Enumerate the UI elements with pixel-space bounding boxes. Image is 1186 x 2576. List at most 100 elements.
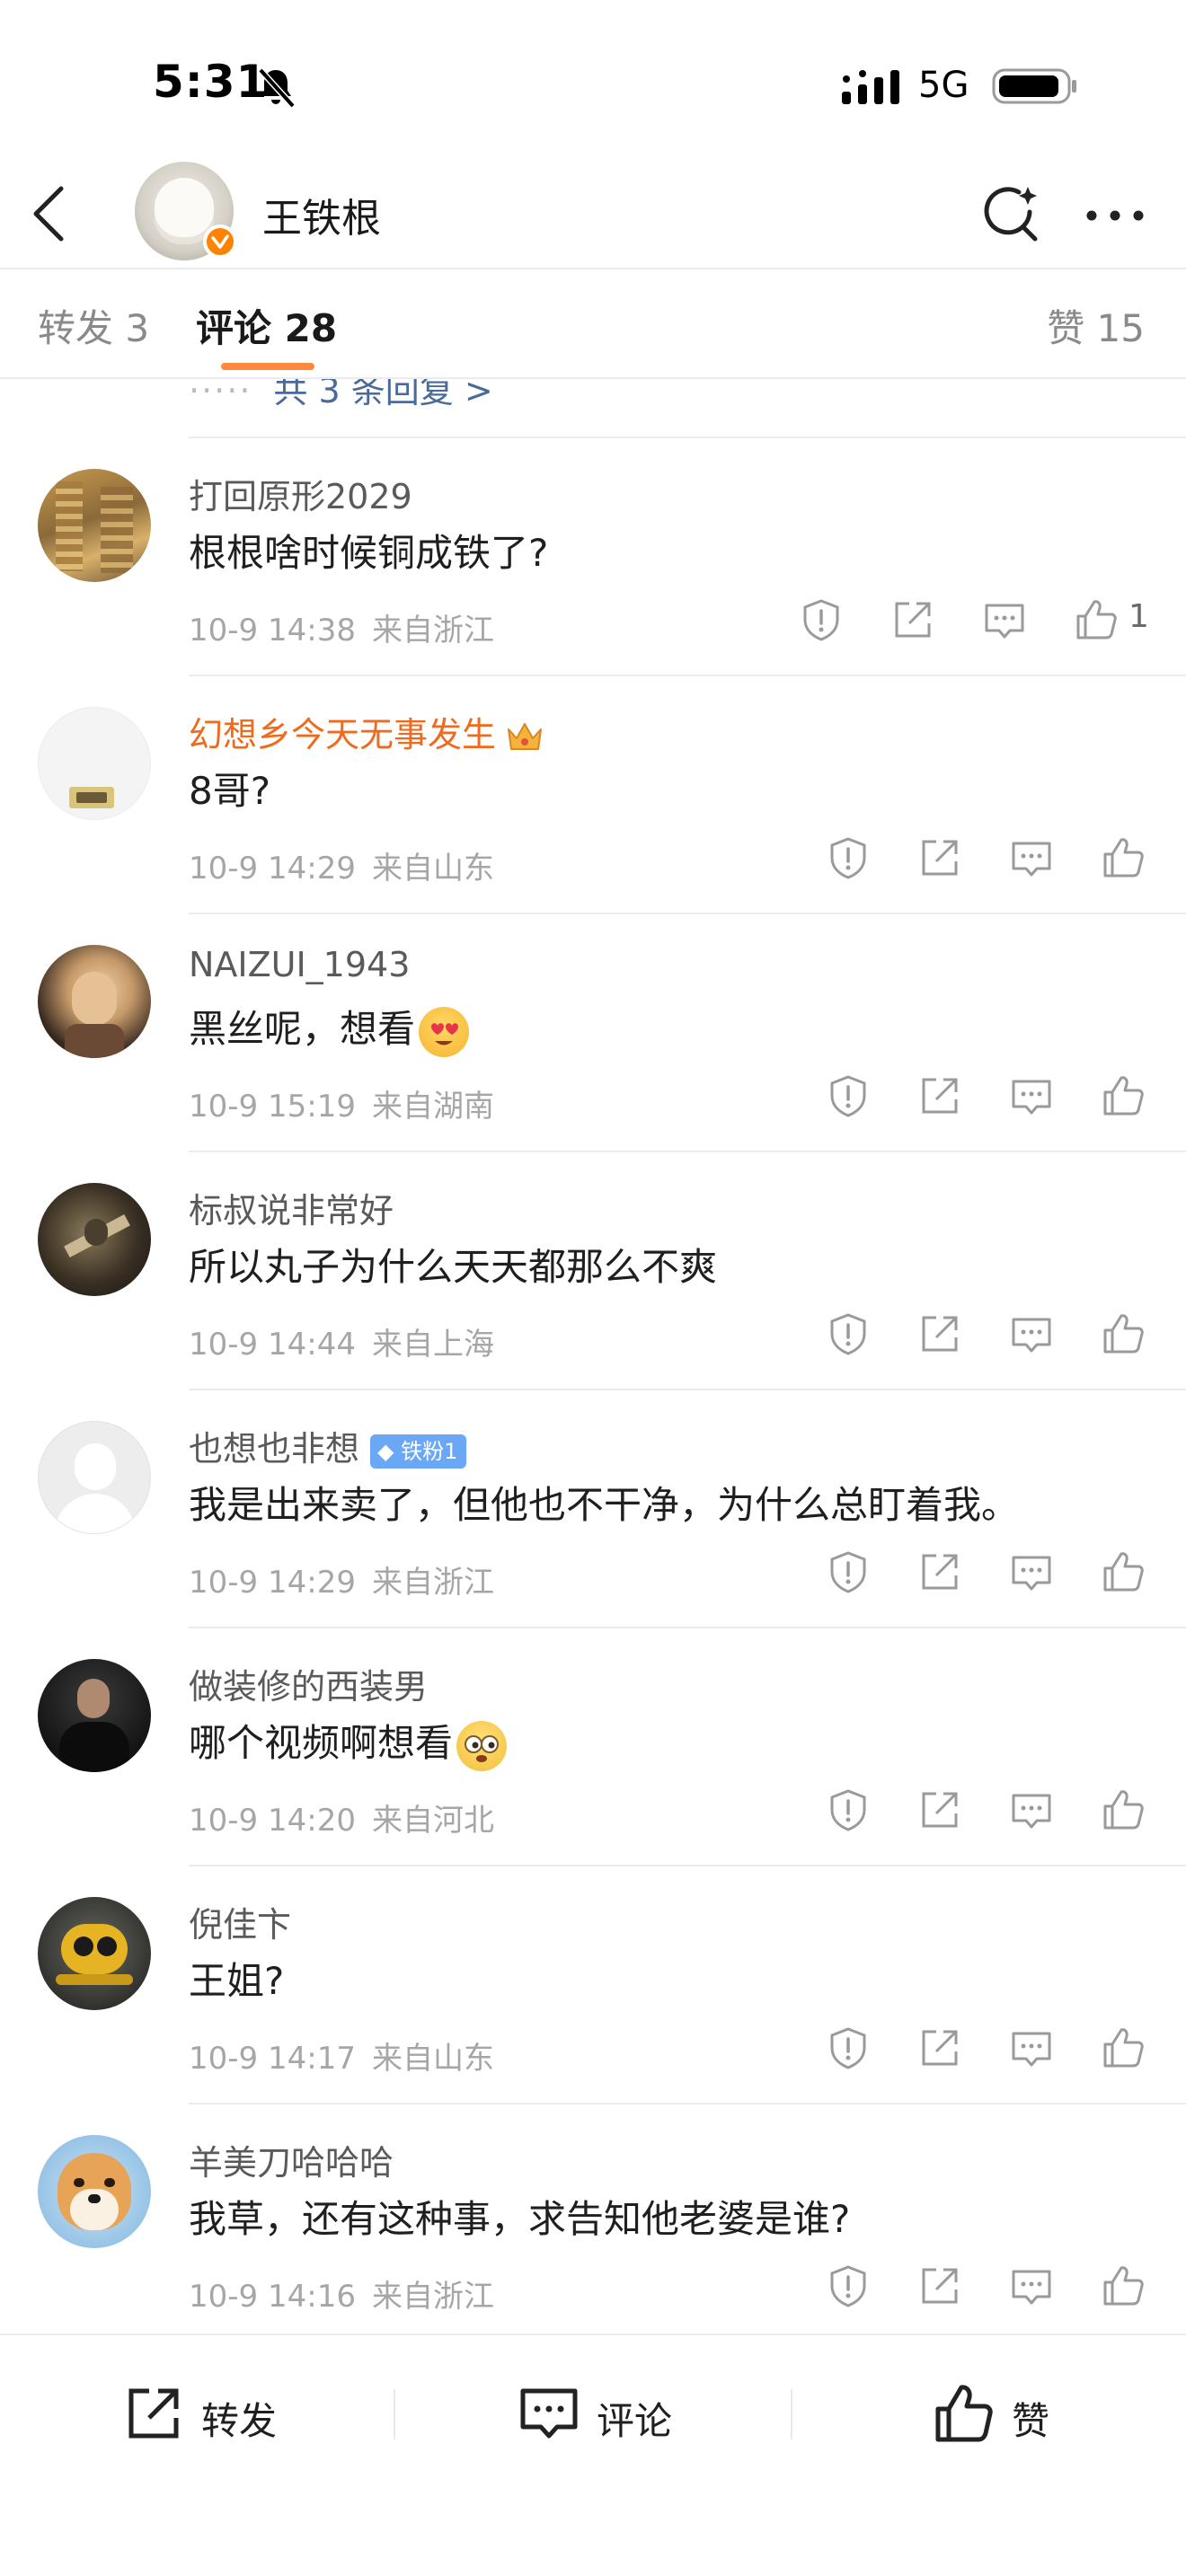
battery-icon [992,68,1076,104]
comment-item[interactable]: 也想也非想 ◆ 铁粉1 我是出来卖了，但他也不干净，为什么总盯着我。 10-9 1… [0,1390,1186,1628]
comment-username[interactable]: 做装修的西装男 [189,1659,428,1708]
repost-label: 转发 [201,2399,278,2443]
comment-item[interactable]: 羊美刀哈哈哈 我草，还有这种事，求告知他老婆是谁? 10-9 14:16 来自浙江 [0,2104,1186,2333]
comment-item[interactable]: 标叔说非常好 所以丸子为什么天天都那么不爽 10-9 14:44 来自上海 [0,1152,1186,1390]
avatar[interactable] [38,707,151,820]
comment-meta: 10-9 14:29 来自山东 [189,843,494,887]
comment-meta: 10-9 15:19 来自湖南 [189,1081,494,1125]
username-text: 幻想乡今天无事发生 [189,715,497,754]
comment-username[interactable]: 倪佳卞 [189,1897,291,1946]
bell-muted-icon [258,67,296,109]
report-shield-icon[interactable] [825,834,872,881]
top-nav: 王铁根 [0,162,1186,269]
more-replies-link[interactable]: ····· 共 3 条回复 > [189,379,493,422]
tab-repost[interactable]: 转发 3 [38,298,149,353]
like-label: 赞 [1012,2399,1050,2443]
bottom-toolbar: 转发 评论 赞 [0,2333,1186,2576]
avatar[interactable] [135,162,237,260]
comment-location: 来自河北 [371,1803,494,1839]
comment-bubble-icon [520,2388,578,2439]
avatar[interactable] [38,1183,151,1296]
comment-text: 8哥? [189,769,271,813]
reply-dots: ····· [189,379,252,410]
comment-item[interactable]: 幻想乡今天无事发生 8哥? 10-9 14:29 来自山东 [0,676,1186,914]
comment-username[interactable]: 也想也非想 ◆ 铁粉1 [189,1421,467,1470]
share-icon[interactable] [916,2263,963,2309]
share-icon[interactable] [916,1072,963,1119]
heart-eyes-emoji-icon [419,1006,470,1057]
comment-bubble-icon[interactable] [1008,1786,1055,1833]
report-shield-icon[interactable] [798,596,845,643]
report-shield-icon[interactable] [825,1548,872,1595]
comment-text: 王姐? [189,1959,285,2003]
share-icon[interactable] [916,834,963,881]
search-sparkle-icon[interactable] [979,183,1042,246]
comment-bubble-icon[interactable] [1008,1310,1055,1357]
comment-bubble-icon[interactable] [981,596,1028,643]
report-shield-icon[interactable] [825,2025,872,2071]
comment-bubble-icon[interactable] [1008,834,1055,881]
comment-bubble-icon[interactable] [1008,2025,1055,2071]
avatar[interactable] [38,2135,151,2248]
report-shield-icon[interactable] [825,1310,872,1357]
avatar[interactable] [38,469,151,582]
share-icon[interactable] [916,1786,963,1833]
share-icon[interactable] [916,1310,963,1357]
comment-bubble-icon[interactable] [1008,1072,1055,1119]
thumbs-up-icon[interactable] [1100,1310,1146,1357]
peeking-emoji-icon [456,1720,508,1771]
network-type: 5G [918,65,969,106]
comment-meta: 10-9 14:17 来自山东 [189,2033,494,2078]
tab-likes[interactable]: 赞 15 [1047,298,1145,353]
thumbs-up-icon[interactable] [1100,1072,1146,1119]
thumbs-up-icon[interactable] [1100,834,1146,881]
thumbs-up-icon[interactable] [1100,2025,1146,2071]
avatar[interactable] [38,1897,151,2010]
comment-item[interactable]: 做装修的西装男 哪个视频啊想看 10-9 14:20 来自河北 [0,1628,1186,1866]
crown-icon [508,722,543,750]
comment-text: 根根啥时候铜成铁了? [189,531,549,575]
comment-button[interactable]: 评论 [518,2378,697,2450]
share-icon[interactable] [916,1548,963,1595]
comment-text: 我是出来卖了，但他也不干净，为什么总盯着我。 [189,1483,1020,1527]
avatar[interactable] [38,1421,151,1534]
comment-time: 10-9 14:20 [189,1803,356,1839]
comment-username[interactable]: 幻想乡今天无事发生 [189,707,544,756]
thumbs-up-icon[interactable] [1100,1548,1146,1595]
report-shield-icon[interactable] [825,1786,872,1833]
thumbs-up-icon[interactable] [1100,1786,1146,1833]
tab-comments[interactable]: 评论 28 [196,298,337,353]
comment-location: 来自山东 [371,851,494,887]
page-title[interactable]: 王铁根 [262,186,381,243]
comment-time: 10-9 14:17 [189,2041,356,2077]
report-shield-icon[interactable] [825,2263,872,2309]
repost-button[interactable]: 转发 [122,2378,302,2450]
comment-username[interactable]: 打回原形2029 [189,469,412,518]
comment-bubble-icon[interactable] [1008,1548,1055,1595]
comment-username[interactable]: 标叔说非常好 [189,1183,394,1232]
thumbs-up-icon[interactable] [1100,2263,1146,2309]
report-shield-icon[interactable] [825,1072,872,1119]
avatar[interactable] [38,945,151,1058]
comment-item[interactable]: 倪佳卞 王姐? 10-9 14:17 来自山东 [0,1866,1186,2104]
comment-username[interactable]: NAIZUI_1943 [189,945,410,984]
thumbs-up-icon[interactable] [1073,596,1120,643]
more-replies-label: 共 3 条回复 > [273,379,493,410]
like-button[interactable]: 赞 [933,2378,1076,2450]
share-icon[interactable] [916,2025,963,2071]
comment-bubble-icon[interactable] [1008,2263,1055,2309]
share-icon[interactable] [890,596,936,643]
comment-text-content: 哪个视频啊想看 [189,1721,454,1765]
comment-meta: 10-9 14:20 来自河北 [189,1795,494,1839]
divider [791,2389,792,2439]
comment-username[interactable]: 羊美刀哈哈哈 [189,2135,394,2184]
like-count: 1 [1128,598,1149,635]
avatar[interactable] [38,1659,151,1772]
comment-list[interactable]: ····· 共 3 条回复 > 打回原形2029 根根啥时候铜成铁了? 10-9 … [0,379,1186,2333]
comment-item[interactable]: 打回原形2029 根根啥时候铜成铁了? 10-9 14:38 来自浙江 1 [0,438,1186,676]
comment-item[interactable]: NAIZUI_1943 黑丝呢，想看 10-9 15:19 来自湖南 [0,914,1186,1152]
comment-time: 10-9 14:29 [189,851,356,887]
chevron-left-icon[interactable] [25,183,75,244]
comment-text: 哪个视频啊想看 [189,1713,508,1771]
more-dots-icon[interactable] [1084,198,1146,234]
